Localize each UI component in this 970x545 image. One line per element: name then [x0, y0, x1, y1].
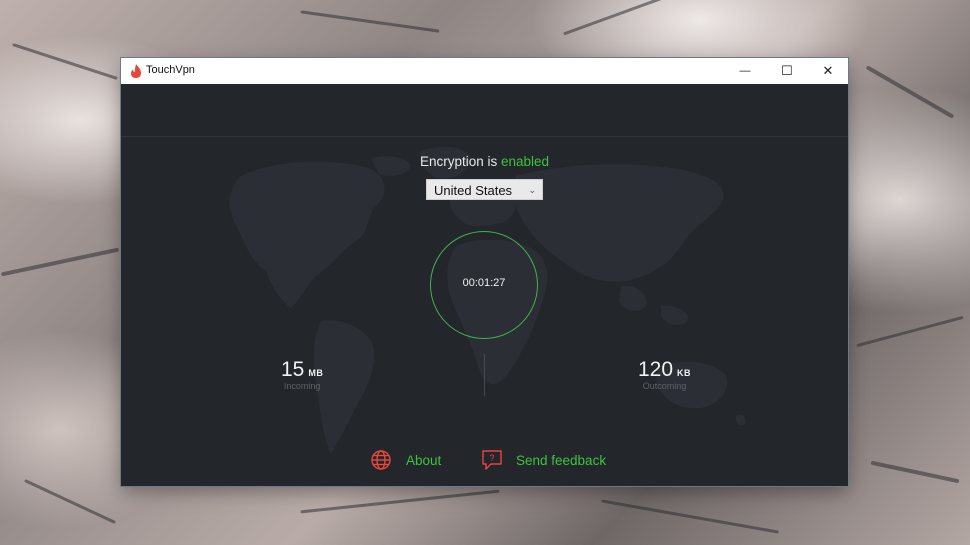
- encryption-state: enabled: [501, 154, 550, 169]
- incoming-value: 15: [281, 358, 305, 381]
- header-band: [121, 84, 848, 137]
- connection-timer: 00:01:27: [462, 277, 506, 289]
- flame-hand-icon: [131, 64, 141, 78]
- country-selected: United States: [434, 183, 513, 198]
- touchvpn-window: TouchVpn — ☐ ✕ Encryption is enabled Uni…: [121, 58, 848, 486]
- title-bar[interactable]: TouchVpn — ☐ ✕: [121, 58, 848, 84]
- minimize-button[interactable]: —: [724, 58, 766, 84]
- maximize-icon: ☐: [781, 63, 793, 78]
- send-feedback-label: Send feedback: [516, 452, 607, 468]
- minimize-icon: —: [739, 65, 751, 77]
- svg-text:?: ?: [489, 453, 494, 463]
- window-title: TouchVpn: [146, 64, 195, 76]
- maximize-button[interactable]: ☐: [766, 58, 808, 84]
- incoming-stat: 15 MB Incoming: [281, 358, 323, 391]
- outgoing-value: 120: [638, 358, 674, 381]
- outgoing-unit: KB: [677, 368, 692, 378]
- chevron-down-icon: ⌄: [528, 185, 536, 195]
- close-button[interactable]: ✕: [807, 58, 848, 84]
- encryption-prefix: Encryption is: [419, 154, 498, 169]
- close-icon: ✕: [822, 63, 834, 78]
- incoming-label: Incoming: [283, 381, 321, 391]
- speech-bubble-question-icon: ?: [482, 450, 502, 470]
- globe-icon: [371, 450, 391, 470]
- country-dropdown[interactable]: United States ⌄: [426, 179, 543, 200]
- about-link[interactable]: About: [370, 448, 441, 472]
- encryption-status: Encryption is enabled: [121, 154, 848, 169]
- stats-divider: [484, 354, 485, 396]
- incoming-unit: MB: [308, 368, 324, 378]
- about-label: About: [406, 452, 442, 468]
- outgoing-label: Outcoming: [642, 381, 687, 391]
- send-feedback-link[interactable]: ? Send feedback: [481, 448, 606, 472]
- outgoing-stat: 120 KB Outcoming: [638, 358, 691, 391]
